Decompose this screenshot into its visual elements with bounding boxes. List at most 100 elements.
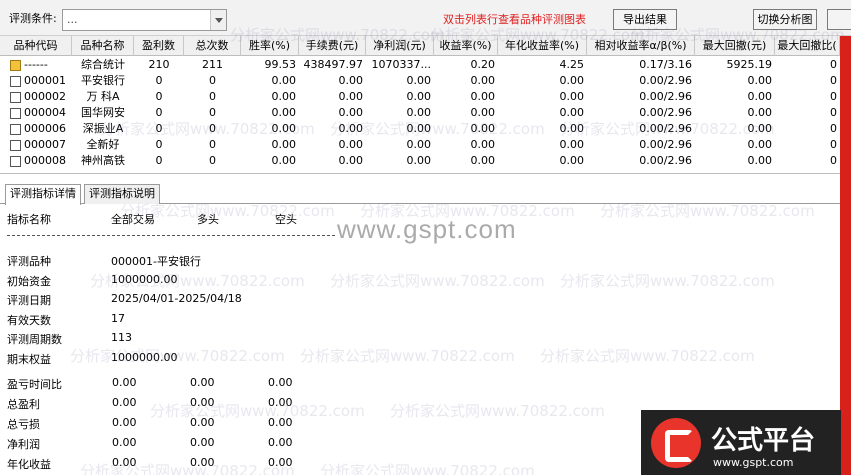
cell-ret: 0.00 [470,154,496,167]
cell-winrate: 0.00 [271,90,297,103]
cell-maxddr: 0 [830,154,837,167]
cell-fee: 0.00 [338,122,364,135]
metric-label: 评测日期 [7,294,51,307]
switch-chart-button[interactable]: 切换分析图 [753,9,817,30]
cell-net: 0.00 [406,74,432,87]
metric-value-all: 0.00 [112,416,137,429]
cell-annual: 0.00 [559,74,585,87]
column-header[interactable]: 相对收益率α/β(%) [587,36,695,56]
cell-name: 全新好 [86,138,120,151]
detail-header-long: 多头 [197,213,219,226]
cell-annual: 0.00 [559,154,585,167]
cell-fee: 0.00 [338,74,364,87]
double-click-hint: 双击列表行查看品种评测图表 [443,13,586,26]
column-header[interactable]: 手续费(元) [299,36,366,56]
cell-maxdd: 5925.19 [726,58,773,71]
metric-value-long: 0.00 [190,416,215,429]
metric-label: 有效天数 [7,313,51,327]
logo-icon [651,418,701,468]
metric-value-all: 0.00 [112,376,137,389]
detail-header-short: 空头 [275,213,297,226]
tab-metric-explanation[interactable]: 评测指标说明 [84,184,160,204]
toolbar: 评测条件: ... 双击列表行查看品种评测图表 导出结果 切换分析图 [0,0,851,36]
cell-maxddr: 0 [830,106,837,119]
metric-label: 期末权益 [7,352,51,366]
table-row[interactable]: 000007 全新好 0 0 0.00 0.00 0.00 0.00 0.00 0.00/2.96… [0,137,840,153]
chevron-down-icon[interactable] [210,10,226,30]
metric-value-all: 0.00 [112,436,137,449]
cell-total: 0 [209,122,216,135]
cell-ret: 0.00 [470,74,496,87]
cell-net: 1070337... [371,58,431,71]
tab-metric-details[interactable]: 评测指标详情 [5,184,81,205]
metric-value-long: 0.00 [190,436,215,449]
cell-fee: 0.00 [338,154,364,167]
metric-value-short: 0.00 [268,436,293,449]
cell-annual: 0.00 [559,106,585,119]
condition-value: ... [67,13,78,26]
metric-value-long: 0.00 [190,376,215,389]
metric-label: 净利润 [7,438,40,451]
cell-ret: 0.00 [470,138,496,151]
cell-maxdd: 0.00 [747,138,773,151]
table-row[interactable]: 000006 深振业A 0 0 0.00 0.00 0.00 0.00 0.00 0.00/2.9… [0,121,840,137]
column-header[interactable]: 盈利数 [134,36,184,56]
column-header[interactable]: 总次数 [184,36,241,56]
condition-combobox[interactable]: ... [62,9,227,31]
metric-value: 1000000.00 [111,350,178,364]
column-header[interactable]: 胜率(%) [241,36,299,56]
document-icon [10,140,21,151]
column-header[interactable]: 最大回撤(元) [695,36,775,56]
document-icon [10,124,21,135]
cell-name: 国华网安 [81,106,125,119]
cell-winrate: 0.00 [271,106,297,119]
cell-annual: 0.00 [559,122,585,135]
cell-wins: 0 [155,122,163,135]
export-results-button[interactable]: 导出结果 [613,9,677,30]
column-header[interactable]: 年化收益率(%) [498,36,587,56]
cell-name: 深振业A [82,122,124,135]
cell-code: 000008 [24,154,66,167]
table-row[interactable]: 000004 国华网安 0 0 0.00 0.00 0.00 0.00 0.00 0.00/2.9… [0,105,840,121]
cell-total: 0 [209,154,216,167]
cell-wins: 0 [155,90,163,103]
extra-button[interactable] [827,9,851,30]
cell-ret: 0.20 [470,58,496,71]
metric-label: 年化收益 [7,458,51,471]
metric-value-long: 0.00 [190,456,215,469]
detail-divider [7,235,335,236]
detail-header-all: 全部交易 [111,213,155,226]
metric-label: 评测周期数 [7,333,62,346]
table-row[interactable]: ------ 综合统计 210 211 99.53 438497.97 1070337...… [0,57,840,73]
metric-value: 1000000.00 [111,272,178,286]
grid-header: 品种代码 品种名称 盈利数 总次数 胜率(%) 手续费(元) 净利润(元) 收益率(%) 年化收… [0,36,840,56]
cell-maxdd: 0.00 [747,154,773,167]
column-header[interactable]: 品种名称 [72,36,134,56]
column-header[interactable]: 收益率(%) [434,36,498,56]
column-header[interactable]: 品种代码 [0,36,72,56]
cell-code: 000006 [24,122,66,135]
cell-total: 0 [209,90,216,103]
column-header[interactable]: 净利润(元) [366,36,434,56]
cell-fee: 438497.97 [303,58,364,71]
table-row[interactable]: 000001 平安银行 0 0 0.00 0.00 0.00 0.00 0.00 0.00/2.9… [0,73,840,89]
document-icon [10,108,21,119]
logo-url: www.gspt.com [713,456,794,469]
cell-total: 211 [202,58,223,71]
cell-net: 0.00 [406,138,432,151]
cell-winrate: 99.53 [264,58,297,71]
detail-tabs: 评测指标详情 评测指标说明 [0,182,840,205]
metric-label: 初始资金 [7,274,51,288]
logo-title: 公式平台 [711,426,816,456]
cell-total: 0 [209,106,216,119]
table-row[interactable]: 000008 神州高铁 0 0 0.00 0.00 0.00 0.00 0.00 0.00/2.9… [0,153,840,169]
metric-value-long: 0.00 [190,396,215,409]
metric-label: 评测品种 [7,255,51,268]
table-row[interactable]: 000002 万 科A 0 0 0.00 0.00 0.00 0.00 0.00 0.00/2.9… [0,89,840,105]
column-header[interactable]: 最大回撤比( [775,36,840,56]
cell-code: 000007 [24,138,66,151]
cell-annual: 4.25 [559,58,585,71]
cell-name: 平安银行 [81,74,125,87]
cell-relative: 0.00/2.96 [639,106,692,119]
cell-net: 0.00 [406,90,432,103]
